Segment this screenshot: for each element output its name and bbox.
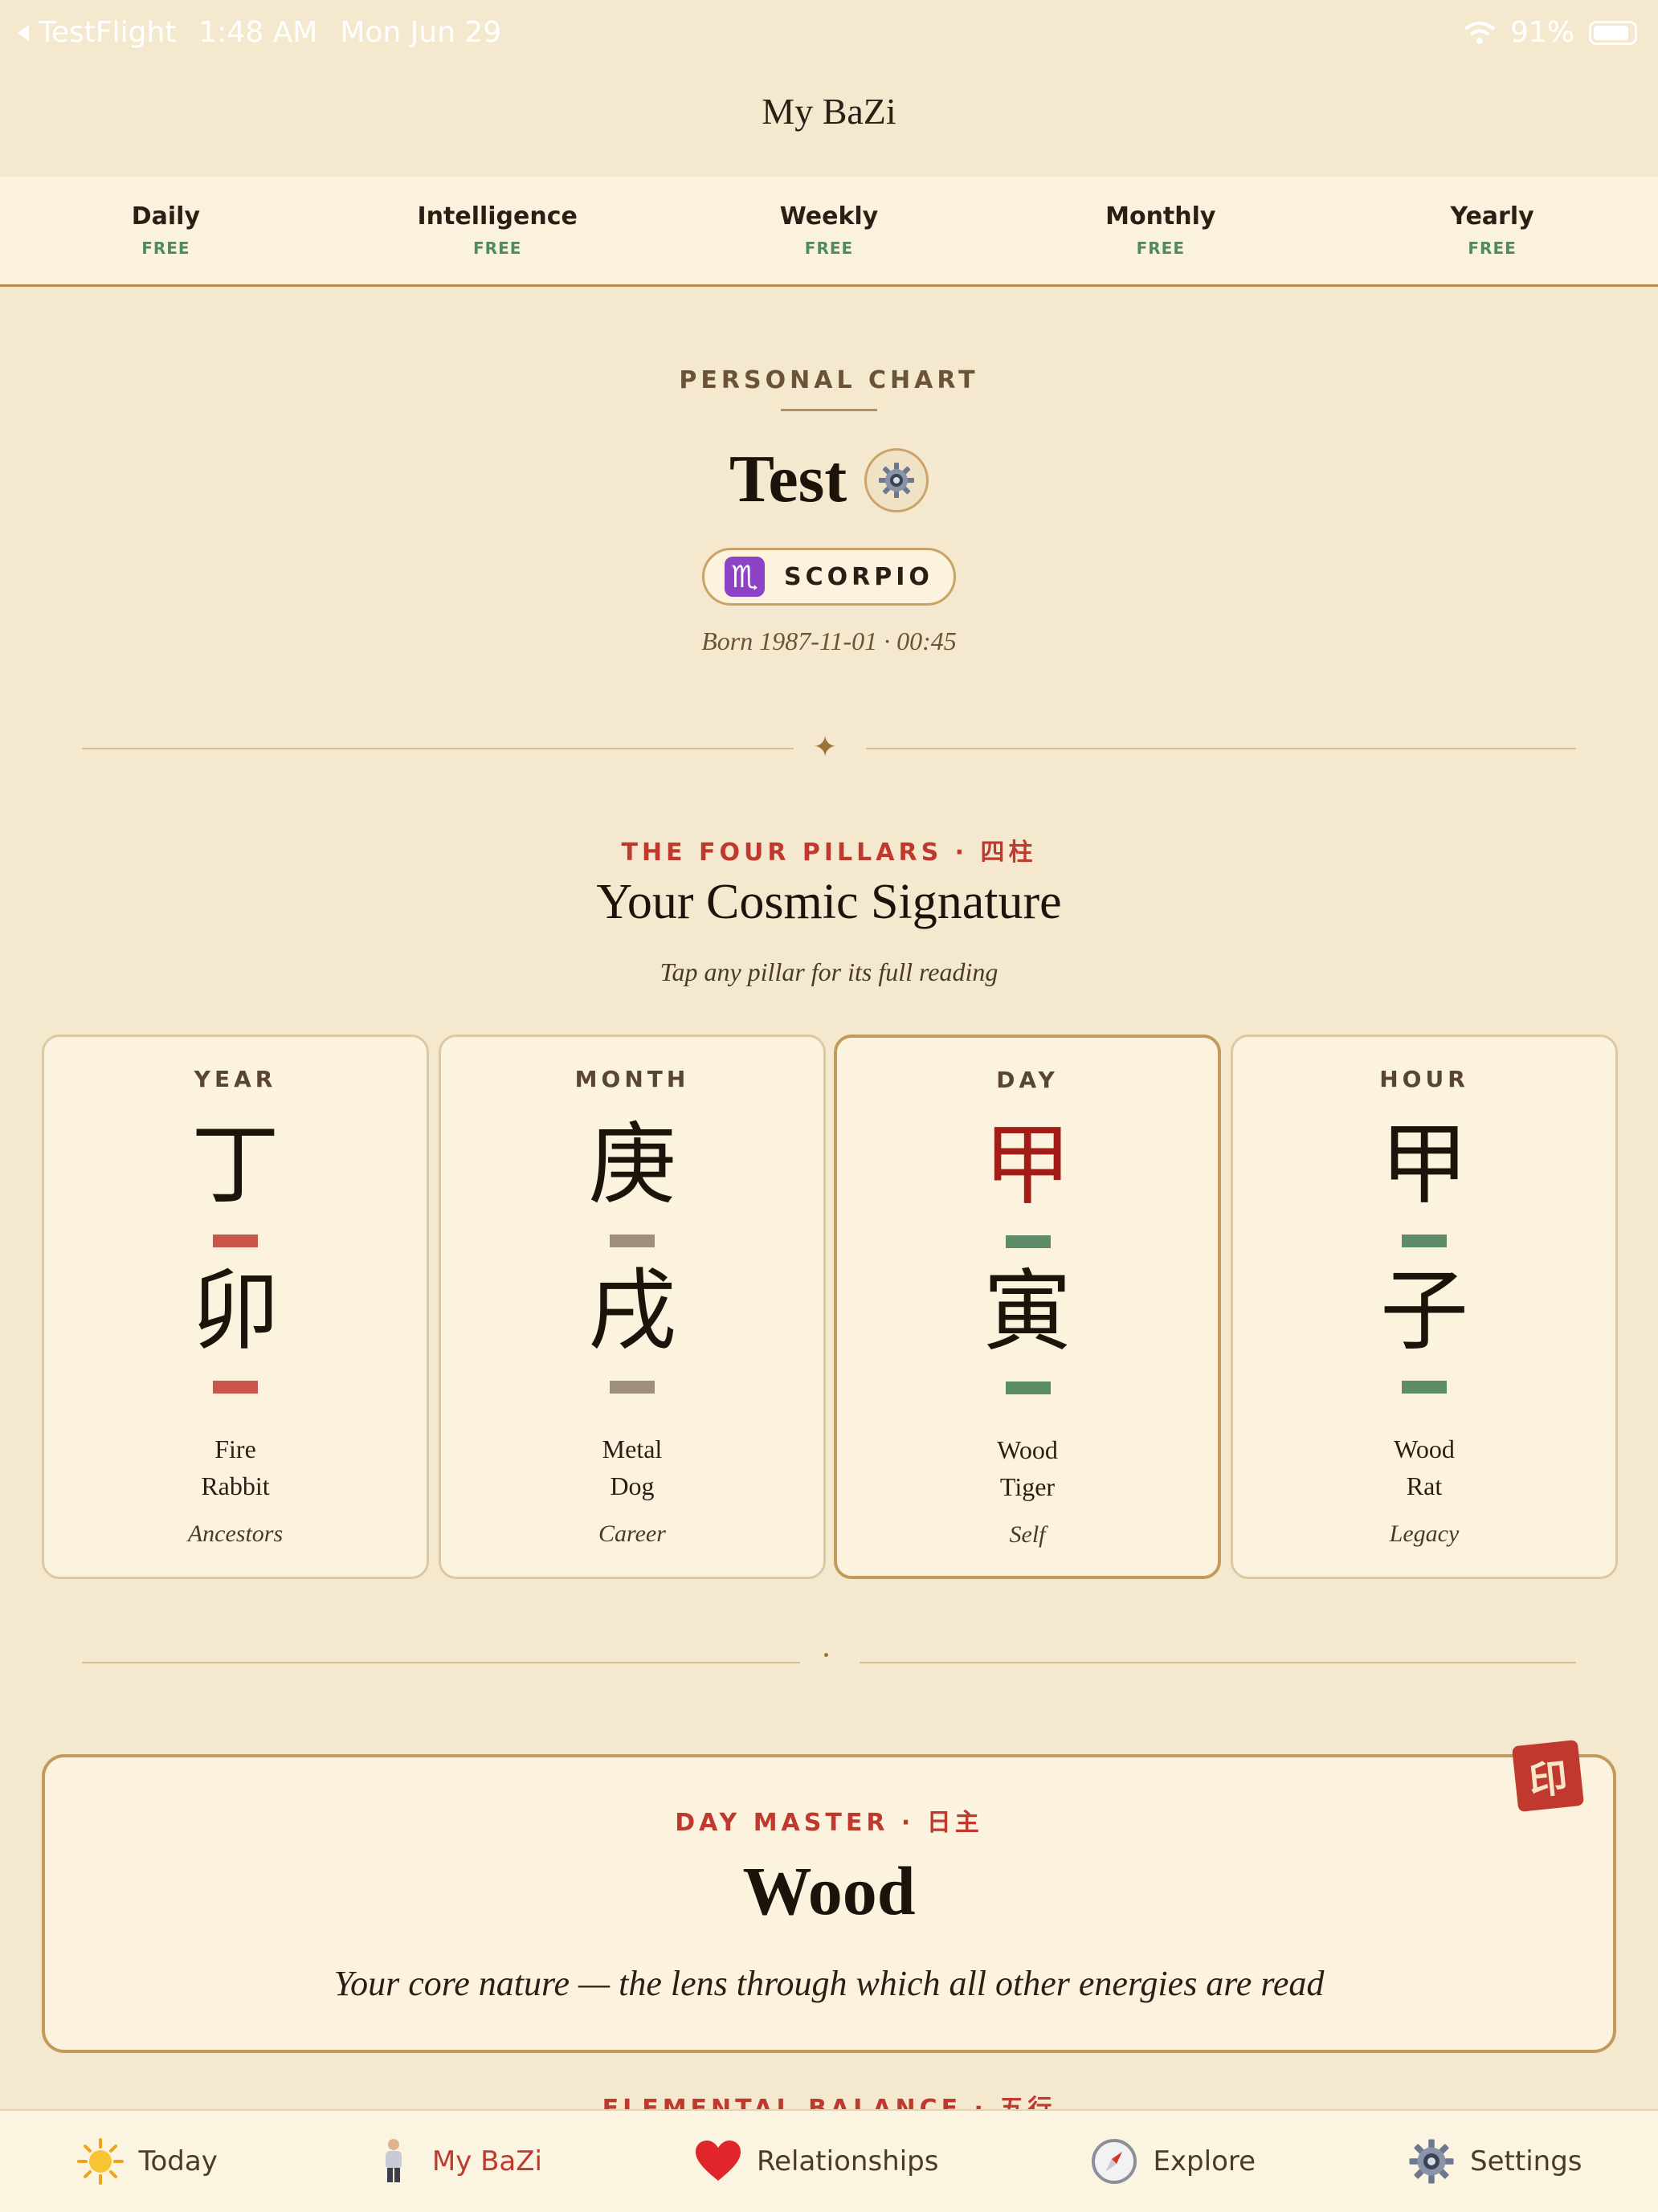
day-master-description: Your core nature — the lens through whic…: [333, 1964, 1325, 2003]
tabbar-item-relationships[interactable]: Relationships: [694, 2137, 938, 2185]
battery-percent: 91%: [1509, 16, 1574, 49]
divider: [866, 748, 1576, 749]
compass-icon: [1090, 2137, 1138, 2185]
person-icon: [370, 2137, 418, 2185]
navigation-bar: My BaZi: [0, 67, 1658, 177]
tab-monthly[interactable]: Monthly FREE: [994, 177, 1326, 284]
heavenly-stem: 甲: [1380, 1116, 1468, 1214]
free-badge: FREE: [1468, 239, 1517, 258]
seal-stamp-icon: 印: [1511, 1739, 1585, 1813]
tabbar-item-my-bazi[interactable]: My BaZi: [370, 2137, 542, 2185]
tab-daily[interactable]: Daily FREE: [0, 177, 332, 284]
gear-icon: [1407, 2137, 1456, 2185]
pillar-role: Self: [1009, 1521, 1046, 1548]
pillar-animal: Rabbit: [201, 1471, 270, 1500]
divider: [82, 1662, 800, 1663]
pillar-animal: Tiger: [999, 1472, 1056, 1501]
pillar-element: Wood: [997, 1435, 1058, 1464]
tabbar-item-settings[interactable]: Settings: [1407, 2137, 1582, 2185]
section-label-day-master: DAY MASTER · 日主: [675, 1809, 983, 1837]
divider: [781, 409, 877, 411]
free-badge: FREE: [141, 239, 190, 258]
heavenly-stem: 丁: [191, 1116, 280, 1214]
profile-name: Test: [729, 442, 847, 516]
pillar-animal: Dog: [610, 1471, 655, 1500]
status-date: Mon Jun 29: [340, 16, 502, 49]
pillar-role: Ancestors: [187, 1520, 284, 1547]
tabbar-item-today[interactable]: Today: [76, 2137, 218, 2185]
gear-icon: [879, 463, 914, 498]
bottom-tab-bar: Today My BaZi Relationships Explore Sett…: [0, 2109, 1658, 2212]
pillar-card-day[interactable]: DAY 甲 寅 Wood Tiger Self: [834, 1035, 1221, 1579]
divider-dot: [824, 1653, 828, 1657]
element-bar: [1402, 1381, 1447, 1394]
divider: [860, 1662, 1576, 1663]
pillar-role: Legacy: [1389, 1520, 1460, 1547]
element-bar: [213, 1235, 258, 1247]
scorpio-icon: ♏: [725, 557, 766, 597]
earthly-branch: 寅: [983, 1263, 1072, 1361]
pillar-card-month[interactable]: MONTH 庚 戌 Metal Dog Career: [439, 1035, 826, 1579]
free-badge: FREE: [473, 239, 522, 258]
pillar-role: Career: [598, 1520, 666, 1547]
element-bar: [610, 1235, 655, 1247]
battery-icon: [1589, 20, 1637, 45]
sparkle-icon: ✦: [813, 731, 838, 764]
back-to-app-link[interactable]: TestFlight: [14, 16, 176, 49]
pillar-element: Metal: [602, 1435, 663, 1463]
pillar-animal: Rat: [1406, 1471, 1443, 1500]
heavenly-stem: 庚: [588, 1116, 676, 1214]
status-time: 1:48 AM: [198, 16, 318, 49]
sun-icon: [76, 2137, 125, 2185]
day-master-value: Wood: [742, 1852, 916, 1929]
section-label-personal-chart: PERSONAL CHART: [679, 366, 979, 394]
section-title: Your Cosmic Signature: [596, 875, 1062, 929]
tab-yearly[interactable]: Yearly FREE: [1326, 177, 1658, 284]
status-bar: TestFlight 1:48 AM Mon Jun 29 91%: [0, 0, 1658, 67]
tab-intelligence[interactable]: Intelligence FREE: [332, 177, 664, 284]
back-arrow-icon: [18, 24, 29, 41]
earthly-branch: 戌: [588, 1263, 676, 1361]
free-badge: FREE: [804, 239, 854, 258]
tabbar-item-explore[interactable]: Explore: [1090, 2137, 1256, 2185]
pillar-element: Wood: [1394, 1435, 1455, 1463]
pillar-card-year[interactable]: YEAR 丁 卯 Fire Rabbit Ancestors: [42, 1035, 429, 1579]
edit-profile-button[interactable]: [864, 448, 929, 512]
zodiac-badge: ♏ SCORPIO: [702, 548, 956, 606]
heart-icon: [694, 2137, 742, 2185]
element-bar: [1006, 1381, 1051, 1394]
element-bar: [213, 1381, 258, 1394]
tab-weekly[interactable]: Weekly FREE: [664, 177, 995, 284]
element-bar: [1402, 1235, 1447, 1247]
free-badge: FREE: [1136, 239, 1185, 258]
section-label-four-pillars: THE FOUR PILLARS · 四柱: [621, 839, 1037, 867]
zodiac-name: SCORPIO: [784, 562, 933, 591]
reading-tabs: Daily FREE Intelligence FREE Weekly FREE…: [0, 177, 1658, 287]
earthly-branch: 子: [1380, 1263, 1468, 1361]
section-subtitle: Tap any pillar for its full reading: [660, 957, 998, 986]
wifi-icon: [1464, 21, 1496, 44]
pillar-element: Fire: [214, 1435, 256, 1463]
pillar-card-hour[interactable]: HOUR 甲 子 Wood Rat Legacy: [1231, 1035, 1618, 1579]
divider: [82, 748, 794, 749]
page-title: My BaZi: [762, 91, 896, 132]
element-bar: [610, 1381, 655, 1394]
heavenly-stem: 甲: [983, 1117, 1072, 1215]
element-bar: [1006, 1235, 1051, 1248]
birth-date: Born 1987-11-01 · 00:45: [701, 626, 957, 655]
earthly-branch: 卯: [191, 1263, 280, 1361]
day-master-card[interactable]: DAY MASTER · 日主 Wood Your core nature — …: [42, 1754, 1616, 2053]
